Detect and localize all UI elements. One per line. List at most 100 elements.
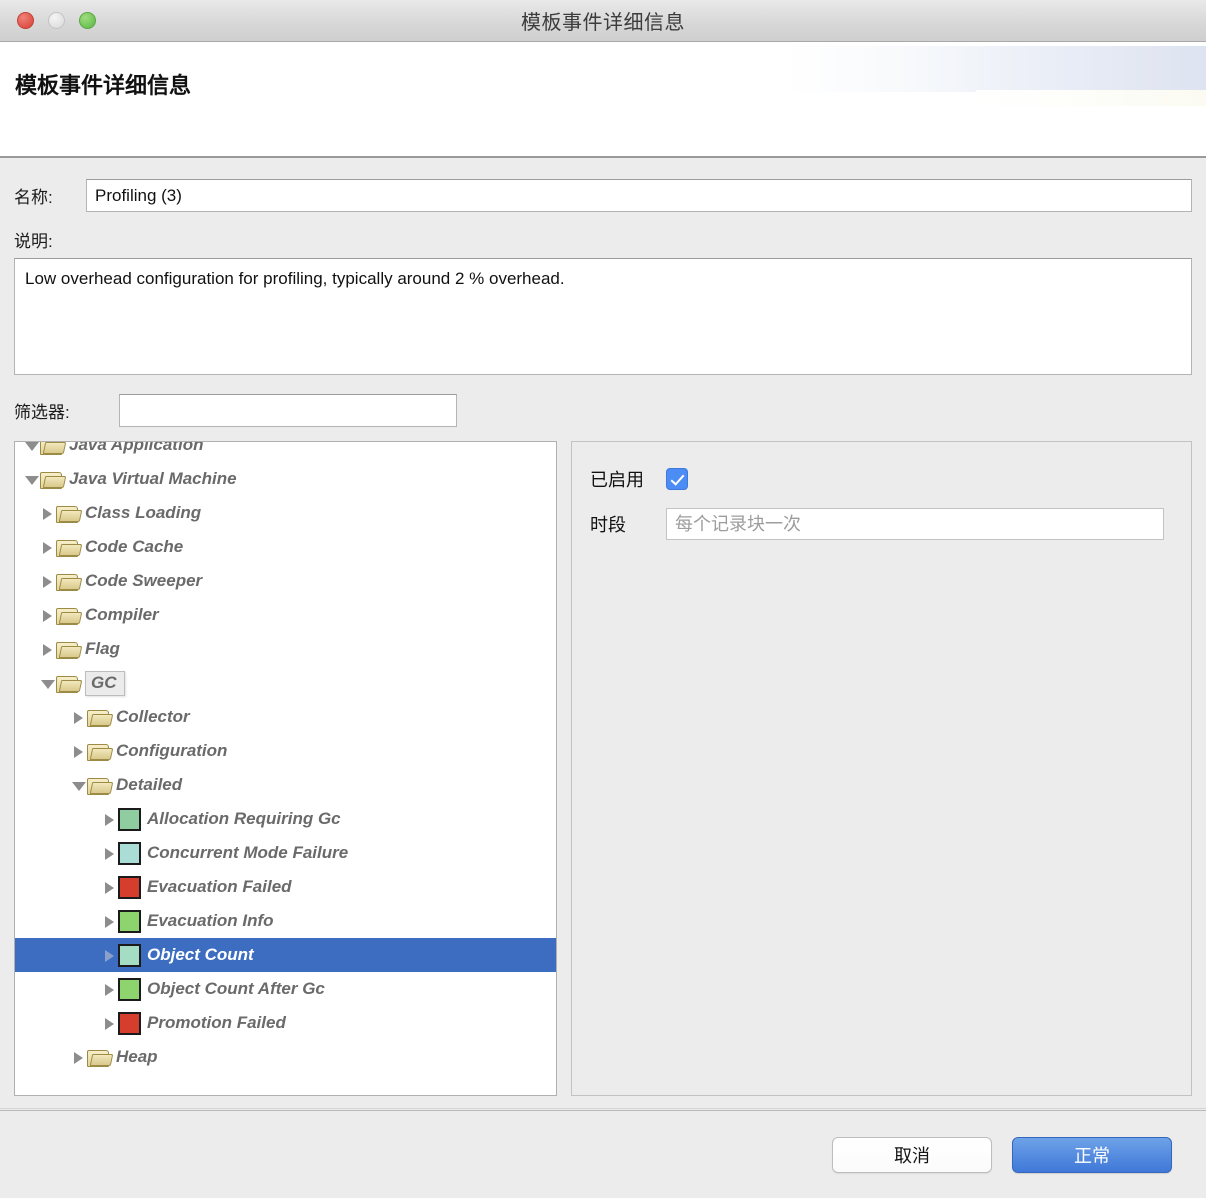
tree-item-label: Evacuation Info <box>147 911 274 930</box>
chevron-right-icon[interactable] <box>102 904 118 938</box>
cancel-button[interactable]: 取消 <box>832 1136 992 1173</box>
event-tree-pane[interactable]: Java Application Java Virtual Machine Clas… <box>14 441 557 1096</box>
filter-input[interactable] <box>119 394 457 427</box>
chevron-down-icon[interactable] <box>24 462 40 496</box>
tree-item[interactable]: Code Sweeper <box>15 564 556 598</box>
event-color-swatch-icon <box>118 1011 141 1035</box>
tree-item-label: Compiler <box>85 605 159 624</box>
tree-item-label: Allocation Requiring Gc <box>147 809 341 828</box>
zoom-button[interactable] <box>79 12 96 29</box>
folder-open-icon <box>56 606 80 625</box>
split-panes: Java Application Java Virtual Machine Clas… <box>14 441 1192 1110</box>
description-textarea[interactable]: Low overhead configuration for profiling… <box>14 258 1192 375</box>
tree-item[interactable]: Heap <box>15 1040 556 1074</box>
banner-gradient-decoration <box>786 46 1206 92</box>
tree-item-label: Detailed <box>116 775 183 794</box>
chevron-right-icon[interactable] <box>40 564 56 598</box>
tree-item[interactable]: Flag <box>15 632 556 666</box>
folder-open-icon <box>87 708 111 727</box>
tree-item[interactable]: Code Cache <box>15 530 556 564</box>
chevron-right-icon[interactable] <box>102 1006 118 1040</box>
chevron-right-icon[interactable] <box>40 496 56 530</box>
ok-button[interactable]: 正常 <box>1012 1136 1172 1173</box>
chevron-right-icon[interactable] <box>102 802 118 836</box>
event-color-swatch-icon <box>118 875 141 899</box>
banner-gradient-decoration-secondary <box>976 90 1206 106</box>
tree-item[interactable]: Compiler <box>15 598 556 632</box>
chevron-right-icon[interactable] <box>102 836 118 870</box>
chevron-right-icon[interactable] <box>102 870 118 904</box>
chevron-right-icon[interactable] <box>40 530 56 564</box>
folder-open-icon <box>56 572 80 591</box>
event-color-swatch-icon <box>118 943 141 967</box>
tree-item[interactable]: Promotion Failed <box>15 1006 556 1040</box>
tree-item[interactable]: GC <box>15 666 556 700</box>
chevron-right-icon[interactable] <box>40 632 56 666</box>
enabled-label: 已启用 <box>590 470 644 490</box>
folder-open-icon <box>56 674 80 693</box>
template-event-details-dialog: 模板事件详细信息 模板事件详细信息 名称: 说明: Low overhead c… <box>0 0 1206 1198</box>
event-settings-pane: 已启用 时段 <box>571 441 1192 1096</box>
tree-item[interactable]: Java Application <box>15 441 556 462</box>
tree-item-label: Code Cache <box>85 537 184 556</box>
chevron-right-icon[interactable] <box>71 734 87 768</box>
folder-open-icon <box>40 470 64 489</box>
tree-item-label: Evacuation Failed <box>147 877 292 896</box>
enabled-row: 已启用 <box>590 466 1191 492</box>
event-color-swatch-icon <box>118 977 141 1001</box>
event-tree[interactable]: Java Application Java Virtual Machine Clas… <box>15 441 556 1074</box>
event-color-swatch-icon <box>118 909 141 933</box>
chevron-right-icon[interactable] <box>102 972 118 1006</box>
tree-item[interactable]: Class Loading <box>15 496 556 530</box>
folder-open-icon <box>87 1048 111 1067</box>
tree-item[interactable]: Java Virtual Machine <box>15 462 556 496</box>
chevron-down-icon[interactable] <box>40 666 56 700</box>
tree-item-label: Java Application <box>69 441 204 454</box>
tree-item-label: Concurrent Mode Failure <box>147 843 349 862</box>
tree-item[interactable]: Concurrent Mode Failure <box>15 836 556 870</box>
tree-item-label: Object Count <box>147 945 254 964</box>
dialog-footer: 取消 正常 <box>0 1108 1206 1198</box>
tree-item[interactable]: Object Count <box>15 938 556 972</box>
folder-open-icon <box>56 504 80 523</box>
chevron-right-icon[interactable] <box>71 1040 87 1074</box>
enabled-checkbox[interactable] <box>666 468 688 490</box>
page-title: 模板事件详细信息 <box>15 73 192 98</box>
tree-item-label: Object Count After Gc <box>147 979 325 998</box>
chevron-right-icon[interactable] <box>71 700 87 734</box>
tree-item[interactable]: Object Count After Gc <box>15 972 556 1006</box>
chevron-right-icon[interactable] <box>102 938 118 972</box>
chevron-right-icon[interactable] <box>40 598 56 632</box>
name-input[interactable] <box>86 179 1192 212</box>
tree-item-label: Heap <box>116 1047 158 1066</box>
folder-open-icon <box>87 776 111 795</box>
tree-item-label: Class Loading <box>85 503 202 522</box>
period-label: 时段 <box>590 515 626 535</box>
tree-item-label: Configuration <box>116 741 228 760</box>
window-title: 模板事件详细信息 <box>521 12 685 34</box>
tree-item[interactable]: Detailed <box>15 768 556 802</box>
period-input[interactable] <box>666 508 1164 540</box>
chevron-down-icon[interactable] <box>24 442 40 462</box>
tree-item[interactable]: Evacuation Info <box>15 904 556 938</box>
minimize-button[interactable] <box>48 12 65 29</box>
close-button[interactable] <box>17 12 34 29</box>
window-titlebar: 模板事件详细信息 <box>0 0 1206 42</box>
folder-open-icon <box>40 442 64 455</box>
name-row: 名称: <box>14 179 1192 212</box>
tree-item[interactable]: Evacuation Failed <box>15 870 556 904</box>
filter-row: 筛选器: <box>14 394 1192 427</box>
folder-open-icon <box>87 742 111 761</box>
tree-item-label: Collector <box>116 707 190 726</box>
tree-item[interactable]: Configuration <box>15 734 556 768</box>
tree-item[interactable]: Collector <box>15 700 556 734</box>
dialog-body: 名称: 说明: Low overhead configuration for p… <box>0 158 1206 1110</box>
chevron-down-icon[interactable] <box>71 768 87 802</box>
name-label: 名称: <box>14 188 53 207</box>
tree-item-label: GC <box>85 670 125 696</box>
tree-item[interactable]: Allocation Requiring Gc <box>15 802 556 836</box>
tree-item-label: Code Sweeper <box>85 571 203 590</box>
tree-item-label: Promotion Failed <box>147 1013 286 1032</box>
folder-open-icon <box>56 538 80 557</box>
folder-open-icon <box>56 640 80 659</box>
